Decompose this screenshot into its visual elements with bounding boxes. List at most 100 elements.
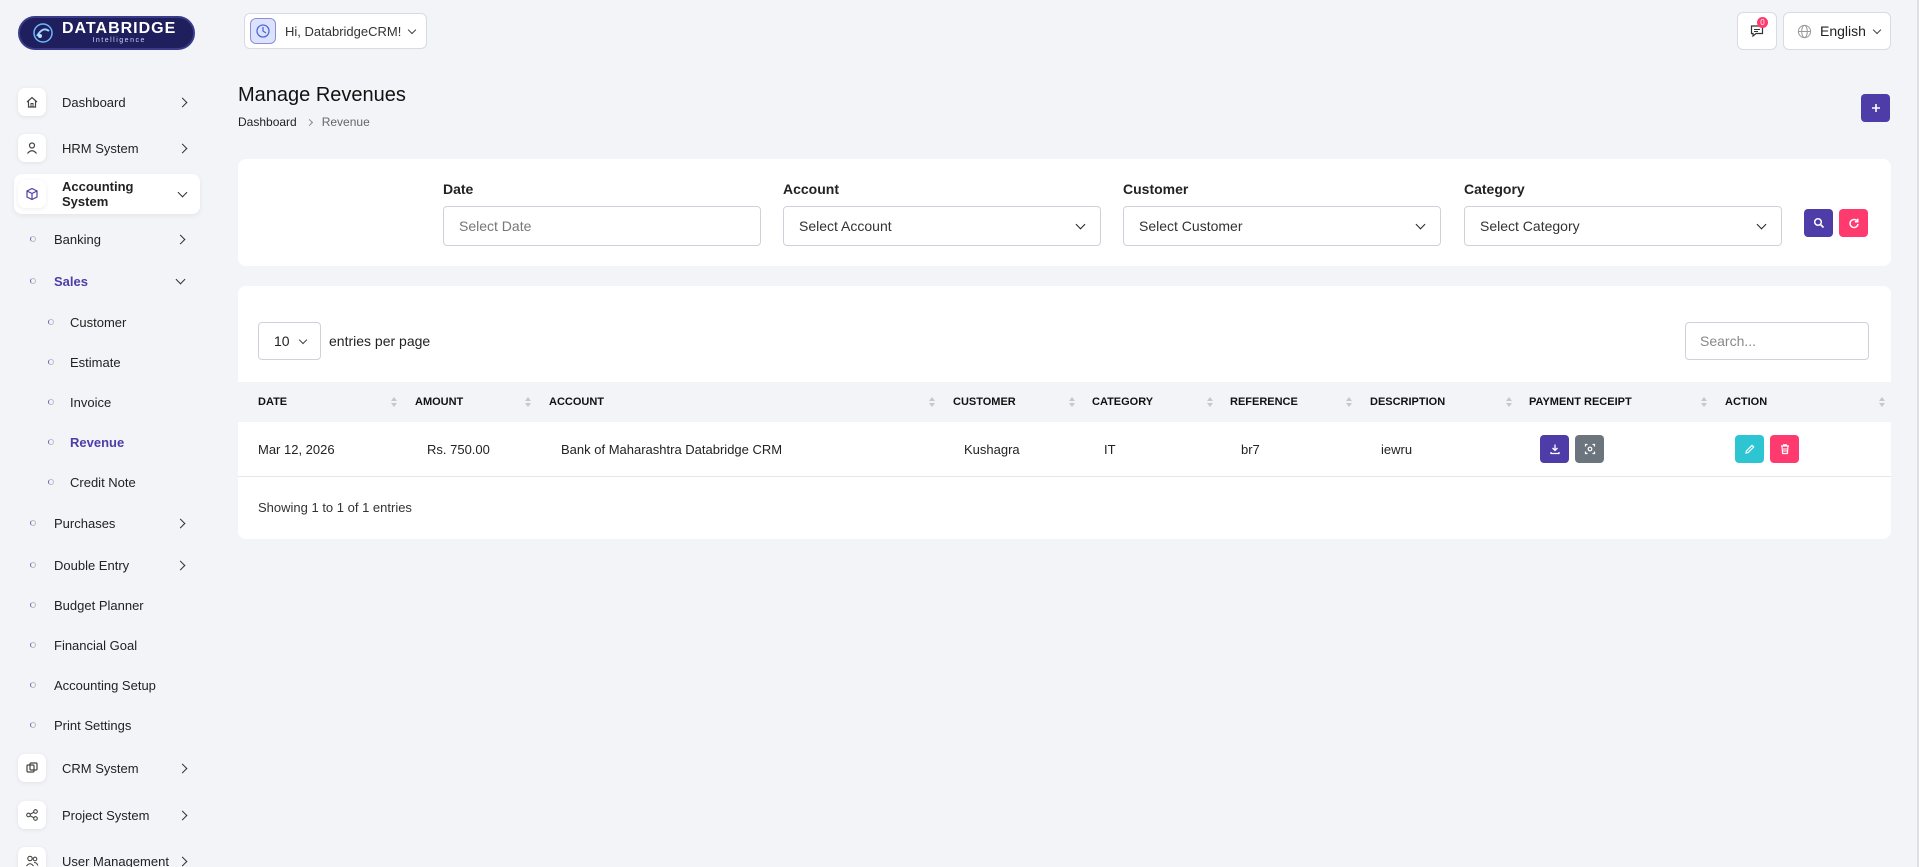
logo-mark-icon (32, 22, 54, 44)
cell-customer: Kushagra (964, 442, 1020, 457)
sidebar-item-accounting[interactable]: Accounting System (14, 174, 200, 214)
sidebar-item-project[interactable]: Project System (14, 795, 200, 835)
table-info: Showing 1 to 1 of 1 entries (258, 500, 412, 515)
bullet-icon (48, 399, 54, 405)
sidebar-subitem-budget-planner[interactable]: Budget Planner (30, 592, 190, 618)
users-icon (18, 847, 46, 867)
sort-icon (1701, 397, 1707, 408)
chevron-down-icon (1075, 219, 1086, 230)
column-header-description[interactable]: DESCRIPTION (1370, 382, 1445, 422)
bullet-icon (30, 682, 36, 688)
sidebar-subitem-double-entry[interactable]: Double Entry (30, 552, 190, 578)
sidebar: DATABRIDGE Intelligence Dashboard HRM Sy… (0, 0, 212, 867)
account-filter-select[interactable]: Select Account (783, 206, 1101, 246)
bullet-icon (30, 278, 36, 284)
category-filter-label: Category (1464, 181, 1525, 197)
bullet-icon (30, 236, 36, 242)
column-header-payment-receipt[interactable]: PAYMENT RECEIPT (1529, 382, 1632, 422)
sidebar-subitem-label: Budget Planner (54, 597, 144, 613)
sidebar-subitem-financial-goal[interactable]: Financial Goal (30, 632, 190, 658)
date-filter-input[interactable]: Select Date (443, 206, 761, 246)
column-header-category[interactable]: CATEGORY (1092, 382, 1153, 422)
table-row: Mar 12, 2026 Rs. 750.00 Bank of Maharash… (238, 422, 1891, 477)
customer-filter-label: Customer (1123, 181, 1189, 197)
sidebar-subitem-label: Financial Goal (54, 637, 138, 653)
sidebar-item-hrm[interactable]: HRM System (14, 128, 200, 168)
bullet-icon (48, 439, 54, 445)
category-filter-value: Select Category (1480, 218, 1580, 234)
chevron-right-icon (177, 143, 188, 153)
page-length-select[interactable]: 10 (258, 322, 321, 360)
box-icon (18, 180, 46, 208)
chevron-right-icon (177, 97, 188, 107)
cell-account: Bank of Maharashtra Databridge CRM (561, 442, 783, 457)
preview-receipt-button[interactable] (1575, 435, 1604, 463)
sidebar-subitem-revenue[interactable]: Revenue (48, 429, 198, 455)
sort-icon (1879, 397, 1885, 408)
bullet-icon (30, 722, 36, 728)
user-greeting: Hi, DatabridgeCRM! (285, 23, 402, 39)
sidebar-subitem-banking[interactable]: Banking (30, 226, 190, 252)
download-icon (1549, 444, 1560, 455)
category-filter-select[interactable]: Select Category (1464, 206, 1782, 246)
refresh-icon (1848, 218, 1859, 229)
sidebar-subitem-invoice[interactable]: Invoice (48, 389, 198, 415)
column-header-date[interactable]: DATE (258, 382, 287, 422)
sidebar-item-label: Accounting System (62, 179, 134, 209)
cell-date: Mar 12, 2026 (258, 442, 335, 457)
breadcrumb: Dashboard Revenue (238, 115, 370, 129)
sidebar-subitem-credit-note[interactable]: Credit Note (48, 469, 198, 495)
sidebar-subitem-customer[interactable]: Customer (48, 309, 198, 335)
sidebar-subitem-label: Print Settings (54, 717, 132, 733)
chevron-down-icon (408, 25, 417, 34)
add-revenue-button[interactable] (1861, 94, 1890, 122)
sidebar-item-label: CRM System (62, 760, 139, 776)
user-menu-button[interactable]: Hi, DatabridgeCRM! (244, 13, 427, 49)
user-icon (18, 134, 46, 162)
page-title: Manage Revenues (238, 84, 406, 106)
column-header-account[interactable]: ACCOUNT (549, 382, 604, 422)
page-length-value: 10 (274, 333, 290, 349)
brand-logo[interactable]: DATABRIDGE Intelligence (18, 16, 195, 50)
sidebar-item-crm[interactable]: CRM System (14, 748, 200, 788)
sidebar-subitem-purchases[interactable]: Purchases (30, 510, 190, 536)
date-filter-placeholder: Select Date (459, 218, 532, 234)
bullet-icon (48, 359, 54, 365)
column-header-reference[interactable]: REFERENCE (1230, 382, 1298, 422)
column-header-customer[interactable]: CUSTOMER (953, 382, 1016, 422)
revenue-table-card: 10 entries per page DATE AMOUNT ACCOUNT … (238, 286, 1891, 539)
sidebar-subitem-label: Estimate (70, 354, 121, 370)
sort-icon (1346, 397, 1352, 408)
brand-name: DATABRIDGE (62, 20, 177, 37)
messages-button[interactable]: 0 (1737, 12, 1777, 50)
apply-filter-button[interactable] (1804, 209, 1833, 237)
delete-button[interactable] (1770, 435, 1799, 463)
sidebar-item-dashboard[interactable]: Dashboard (14, 82, 200, 122)
chevron-right-icon (177, 856, 188, 866)
customer-filter-select[interactable]: Select Customer (1123, 206, 1441, 246)
breadcrumb-current: Revenue (321, 115, 370, 129)
column-header-action[interactable]: ACTION (1725, 382, 1767, 422)
reset-filter-button[interactable] (1839, 209, 1868, 237)
sort-icon (391, 397, 397, 408)
column-header-amount[interactable]: AMOUNT (415, 382, 463, 422)
edit-button[interactable] (1735, 435, 1764, 463)
brand-tagline: Intelligence (92, 37, 146, 44)
download-receipt-button[interactable] (1540, 435, 1569, 463)
sort-icon (525, 397, 531, 408)
chevron-down-icon (1872, 25, 1882, 34)
sidebar-item-user-management[interactable]: User Management (14, 841, 200, 867)
chevron-down-icon (177, 187, 188, 197)
table-search-input[interactable] (1685, 322, 1869, 360)
sort-icon (1069, 397, 1075, 408)
sidebar-subitem-accounting-setup[interactable]: Accounting Setup (30, 672, 190, 698)
breadcrumb-dashboard[interactable]: Dashboard (238, 115, 297, 129)
trash-icon (1780, 444, 1789, 455)
cell-category: IT (1104, 442, 1116, 457)
sidebar-subitem-print-settings[interactable]: Print Settings (30, 712, 190, 738)
pencil-icon (1744, 444, 1755, 454)
sidebar-subitem-estimate[interactable]: Estimate (48, 349, 198, 375)
sidebar-subitem-sales[interactable]: Sales (30, 268, 190, 294)
sidebar-subitem-label: Invoice (70, 394, 112, 410)
language-selector[interactable]: English (1783, 12, 1891, 50)
